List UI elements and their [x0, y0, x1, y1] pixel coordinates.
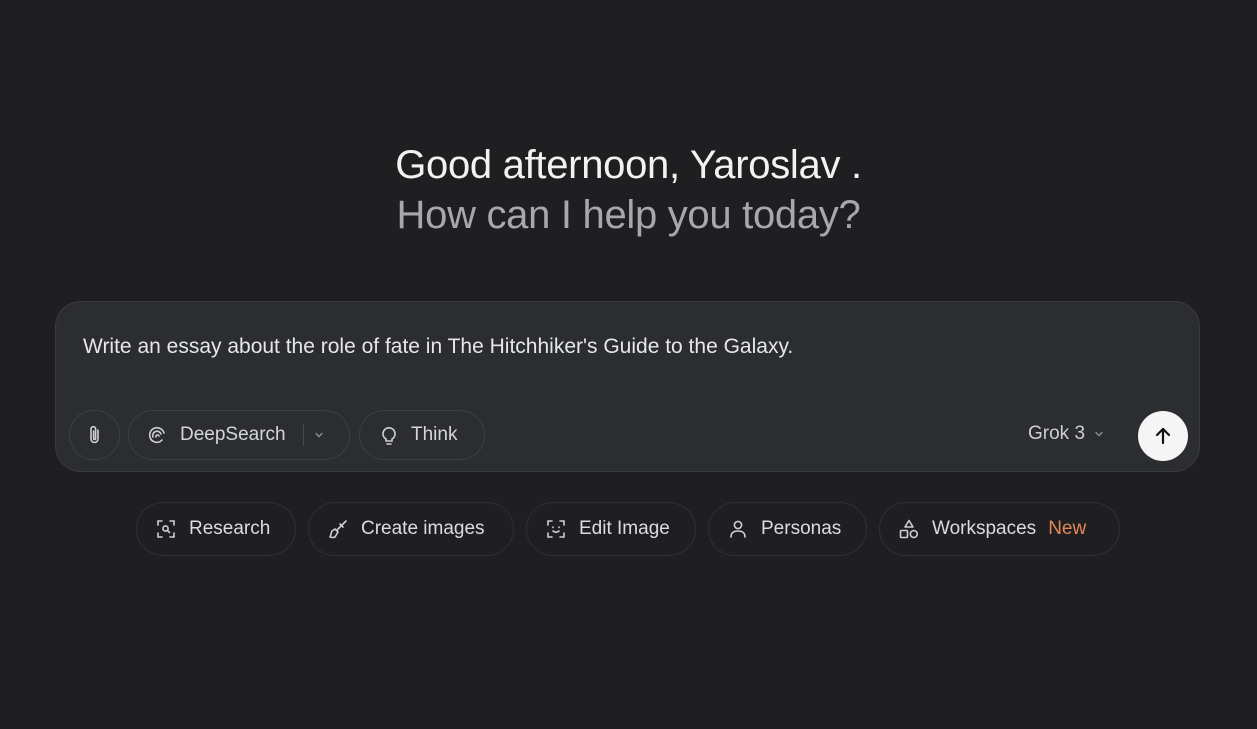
page: Good afternoon, Yaroslav . How can I hel… — [0, 0, 1257, 729]
chevron-down-icon[interactable] — [313, 429, 325, 441]
think-button[interactable]: Think — [359, 410, 485, 460]
shapes-icon — [898, 518, 920, 540]
prompt-input[interactable]: Write an essay about the role of fate in… — [83, 335, 793, 359]
research-scan-icon — [155, 518, 177, 540]
face-scan-icon — [545, 518, 567, 540]
deepsearch-swirl-icon — [146, 424, 168, 446]
create-images-chip[interactable]: Create images — [308, 502, 514, 556]
workspaces-chip[interactable]: Workspaces New — [879, 502, 1120, 556]
attach-button[interactable] — [69, 410, 120, 460]
person-icon — [727, 518, 749, 540]
deepsearch-button[interactable]: DeepSearch — [128, 410, 350, 460]
personas-label: Personas — [761, 518, 842, 539]
edit-image-chip[interactable]: Edit Image — [526, 502, 696, 556]
greeting-subtitle: How can I help you today? — [396, 193, 861, 237]
deepsearch-divider — [302, 424, 304, 446]
deepsearch-label: DeepSearch — [180, 424, 286, 445]
send-button[interactable] — [1138, 411, 1188, 461]
greeting: Good afternoon, Yaroslav . How can I hel… — [0, 140, 1257, 240]
paperclip-icon — [85, 424, 105, 446]
lightbulb-icon — [379, 424, 399, 446]
workspaces-label: Workspaces — [932, 518, 1037, 539]
personas-chip[interactable]: Personas — [708, 502, 867, 556]
composer: Write an essay about the role of fate in… — [55, 301, 1200, 472]
new-badge: New — [1048, 518, 1087, 539]
think-label: Think — [411, 424, 458, 445]
edit-image-label: Edit Image — [579, 518, 670, 539]
arrow-up-icon — [1152, 425, 1174, 447]
research-chip[interactable]: Research — [136, 502, 296, 556]
create-images-label: Create images — [361, 518, 485, 539]
research-label: Research — [189, 518, 271, 539]
greeting-title: Good afternoon, Yaroslav . — [395, 143, 862, 187]
paintbrush-icon — [327, 518, 349, 540]
chevron-down-icon — [1093, 428, 1105, 440]
model-label: Grok 3 — [1028, 423, 1086, 444]
model-selector[interactable]: Grok 3 — [1028, 423, 1105, 445]
